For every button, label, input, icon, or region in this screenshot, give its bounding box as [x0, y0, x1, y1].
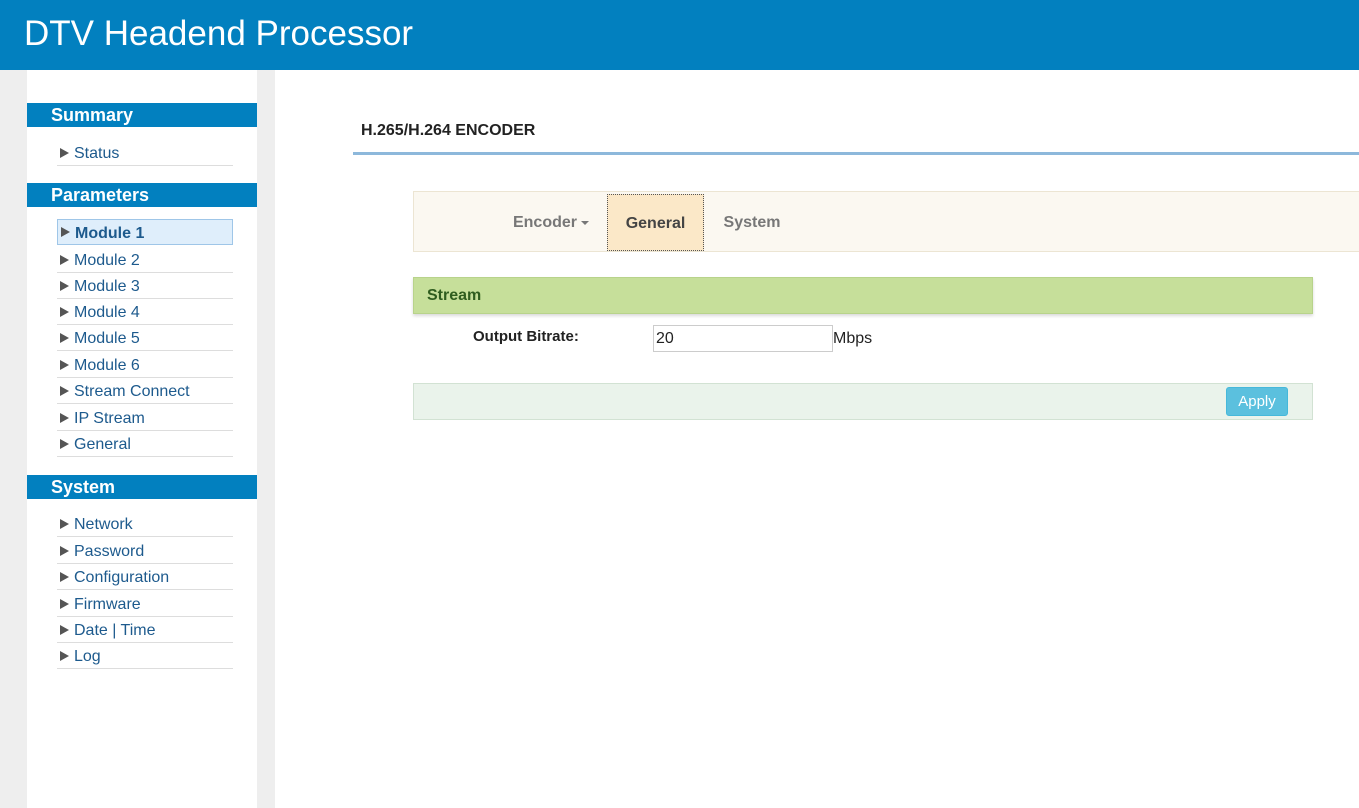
sidebar-item-general[interactable]: General — [57, 431, 233, 457]
sidebar-item-date-time[interactable]: Date | Time — [57, 617, 233, 643]
sidebar-item-label: Date | Time — [74, 622, 156, 639]
stream-panel-heading: Stream — [413, 277, 1313, 314]
sidebar-item-label: Status — [74, 145, 120, 162]
sidebar-item-module-3[interactable]: Module 3 — [57, 273, 233, 299]
tab-system[interactable]: System — [704, 194, 800, 251]
sidebar-item-label: Module 5 — [74, 330, 140, 347]
sidebar-item-label: IP Stream — [74, 410, 145, 427]
tab-label: General — [625, 215, 686, 232]
sidebar-item-firmware[interactable]: Firmware — [57, 591, 233, 617]
triangle-right-icon — [60, 333, 69, 343]
triangle-right-icon — [60, 386, 69, 396]
sidebar-divider — [257, 70, 275, 808]
triangle-right-icon — [60, 572, 69, 582]
triangle-right-icon — [60, 519, 69, 529]
sidebar-item-label: Module 2 — [74, 252, 140, 269]
sidebar-item-module-5[interactable]: Module 5 — [57, 325, 233, 351]
tab-label: System — [723, 214, 781, 231]
sidebar-item-label: Module 4 — [74, 304, 140, 321]
page-title: H.265/H.264 ENCODER — [361, 122, 536, 139]
sidebar-item-password[interactable]: Password — [57, 538, 233, 564]
triangle-right-icon — [60, 546, 69, 556]
triangle-right-icon — [60, 307, 69, 317]
sidebar-item-label: Firmware — [74, 596, 141, 613]
triangle-right-icon — [60, 148, 69, 158]
sidebar-item-ip-stream[interactable]: IP Stream — [57, 405, 233, 431]
sidebar-item-label: Stream Connect — [74, 383, 190, 400]
triangle-right-icon — [60, 281, 69, 291]
sidebar-item-label: Module 3 — [74, 278, 140, 295]
triangle-right-icon — [61, 227, 70, 237]
caret-down-icon — [581, 220, 589, 225]
sidebar-item-stream-connect[interactable]: Stream Connect — [57, 378, 233, 404]
sidebar-item-log[interactable]: Log — [57, 643, 233, 669]
triangle-right-icon — [60, 651, 69, 661]
sidebar-item-label: General — [74, 436, 131, 453]
sidebar-item-label: Configuration — [74, 569, 170, 586]
sidebar-item-label: Password — [74, 543, 145, 560]
triangle-right-icon — [60, 439, 69, 449]
triangle-right-icon — [60, 599, 69, 609]
output-bitrate-label: Output Bitrate: — [473, 328, 579, 345]
triangle-right-icon — [60, 625, 69, 635]
sidebar: Summary Status Parameters Module 1 Modul… — [27, 70, 257, 808]
tab-label: Encoder — [512, 214, 577, 231]
triangle-right-icon — [60, 360, 69, 370]
tab-bar: Encoder General System — [413, 191, 1359, 252]
title-divider — [353, 152, 1359, 155]
triangle-right-icon — [60, 413, 69, 423]
sidebar-item-module-1[interactable]: Module 1 — [57, 219, 233, 245]
sidebar-item-label: Log — [74, 648, 101, 665]
sidebar-item-label: Module 6 — [74, 357, 140, 374]
output-bitrate-input[interactable] — [653, 325, 833, 352]
sidebar-item-label: Module 1 — [75, 225, 145, 242]
sidebar-item-status[interactable]: Status — [57, 140, 233, 166]
app-header: DTV Headend Processor — [0, 0, 1359, 70]
sidebar-item-label: Network — [74, 516, 133, 533]
main-content: H.265/H.264 ENCODER Encoder General Syst… — [275, 70, 1359, 808]
sidebar-item-module-2[interactable]: Module 2 — [57, 247, 233, 273]
sidebar-item-network[interactable]: Network — [57, 511, 233, 537]
app-title: DTV Headend Processor — [24, 14, 414, 53]
sidebar-item-module-6[interactable]: Module 6 — [57, 352, 233, 378]
sidebar-item-configuration[interactable]: Configuration — [57, 564, 233, 590]
sidebar-item-module-4[interactable]: Module 4 — [57, 299, 233, 325]
left-gutter — [0, 70, 27, 808]
output-bitrate-unit: Mbps — [833, 330, 873, 347]
sidebar-heading-summary: Summary — [27, 103, 257, 127]
triangle-right-icon — [60, 255, 69, 265]
sidebar-heading-parameters: Parameters — [27, 183, 257, 207]
apply-button[interactable]: Apply — [1226, 387, 1288, 416]
panel-footer: Apply — [413, 383, 1313, 420]
tab-general[interactable]: General — [607, 194, 704, 251]
sidebar-heading-system: System — [27, 475, 257, 499]
tab-encoder[interactable]: Encoder — [496, 194, 606, 251]
